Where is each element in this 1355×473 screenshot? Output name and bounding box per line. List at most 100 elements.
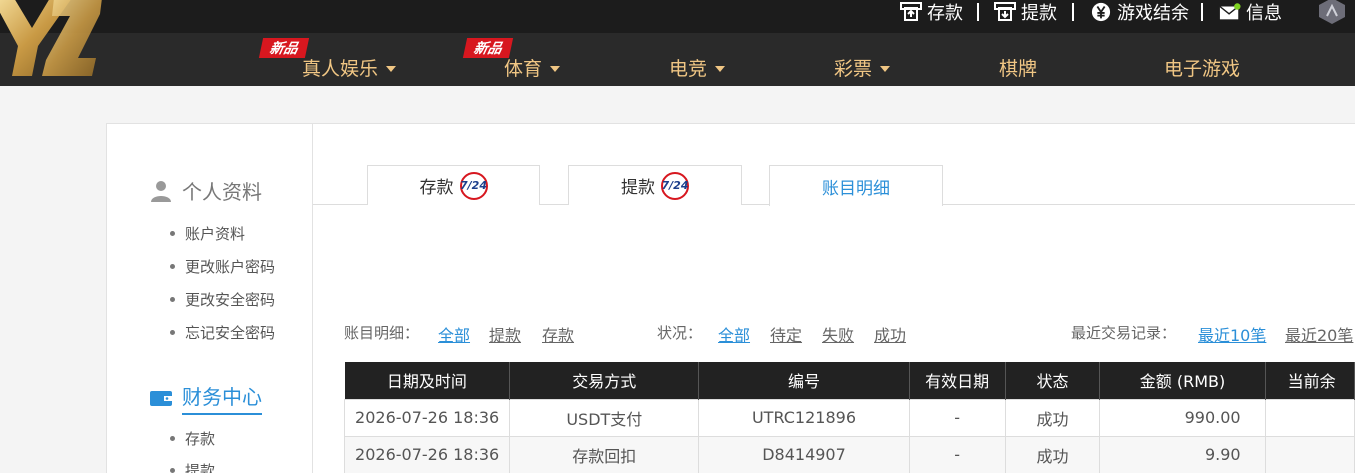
sidebar-item-label: 忘记安全密码 <box>185 324 276 342</box>
cell-id: UTRC121896 <box>698 398 910 437</box>
tab-deposit[interactable]: 存款 7/24 <box>367 165 540 205</box>
bullet <box>170 264 175 269</box>
withdraw-icon <box>994 2 1016 21</box>
nav-chess-cards-label: 棋牌 <box>999 57 1038 80</box>
divider <box>1201 3 1203 21</box>
col-header-method: 交易方式 <box>509 362 700 399</box>
tab-withdraw-label: 提款 <box>621 178 655 198</box>
filter-recent-20[interactable]: 最近20笔 <box>1285 322 1353 346</box>
bullet <box>170 468 175 473</box>
nav-sports-label: 体育 <box>504 57 543 80</box>
topbar-deposit-link[interactable]: 存款 <box>900 0 963 24</box>
cell-amount: 990.00 <box>1099 398 1266 437</box>
cell-amount: 9.90 <box>1099 435 1266 473</box>
deposit-icon <box>900 2 922 21</box>
brand-logo[interactable] <box>0 0 102 76</box>
sidebar-item-label: 更改安全密码 <box>185 291 276 309</box>
sidebar-item-deposit[interactable]: 存款 <box>170 428 215 449</box>
mail-icon <box>1219 3 1241 20</box>
topbar-deposit-label: 存款 <box>927 3 963 24</box>
nav-esports-label: 电竞 <box>669 57 708 80</box>
divider <box>1072 3 1074 21</box>
table-row[interactable]: 2026-07-26 18:36 USDT支付 UTRC121896 - 成功 … <box>343 398 1355 437</box>
filter-status-pending[interactable]: 待定 <box>770 322 802 346</box>
filter-status-all[interactable]: 全部 <box>718 322 750 346</box>
chevron-down-icon <box>386 65 397 72</box>
vip-level-icon[interactable] <box>1318 0 1346 24</box>
topbar-withdraw-link[interactable]: 提款 <box>994 0 1057 24</box>
nav-slot-games-label: 电子游戏 <box>1164 57 1241 80</box>
cell-datetime: 2026-07-26 18:36 <box>343 435 511 473</box>
nav-chess-cards[interactable]: 棋牌 <box>999 52 1037 82</box>
cell-method: 存款回扣 <box>509 435 700 473</box>
chevron-down-icon <box>715 65 726 72</box>
topbar-withdraw-label: 提款 <box>1021 3 1057 24</box>
chevron-down-icon <box>880 65 891 72</box>
sidebar-item-change-security-password[interactable]: 更改安全密码 <box>170 289 275 310</box>
nav-live-casino[interactable]: 真人娱乐 <box>302 52 397 82</box>
bullet <box>170 330 175 335</box>
filter-status-success[interactable]: 成功 <box>874 322 906 346</box>
transactions-table: 日期及时间 交易方式 编号 有效日期 状态 金额 (RMB) 当前余 2026-… <box>343 362 1355 473</box>
sidebar-finance-title-label: 财务中心 <box>182 381 262 415</box>
cell-method: USDT支付 <box>509 398 700 437</box>
sidebar-finance-title[interactable]: 财务中心 <box>150 381 262 415</box>
divider <box>977 3 979 21</box>
bullet <box>170 436 175 441</box>
bullet <box>170 297 175 302</box>
sidebar-item-label: 更改账户密码 <box>185 258 276 276</box>
wallet-icon <box>150 391 172 406</box>
sidebar-item-change-password[interactable]: 更改账户密码 <box>170 256 275 277</box>
cell-datetime: 2026-07-26 18:36 <box>343 398 511 437</box>
nav-sports[interactable]: 体育 <box>504 52 561 82</box>
col-header-valid-date: 有效日期 <box>909 362 1006 399</box>
filter-detail-deposit[interactable]: 存款 <box>542 322 574 346</box>
sidebar-item-account-info[interactable]: 账户资料 <box>170 223 245 244</box>
col-header-balance: 当前余 <box>1265 362 1355 399</box>
table-row[interactable]: 2026-07-26 18:36 存款回扣 D8414907 - 成功 9.90 <box>343 435 1355 473</box>
sidebar-item-label: 账户资料 <box>185 225 246 243</box>
filter-detail-label: 账目明细： <box>344 324 420 342</box>
nav-lottery[interactable]: 彩票 <box>834 52 891 82</box>
user-icon <box>151 180 171 202</box>
sidebar-item-label: 提款 <box>185 462 216 473</box>
sidebar-profile-title: 个人资料 <box>150 176 262 205</box>
cell-balance <box>1264 398 1355 437</box>
filter-status-failed[interactable]: 失败 <box>822 322 854 346</box>
nav-lottery-label: 彩票 <box>834 57 873 80</box>
filter-status-label: 状况： <box>657 324 703 342</box>
tab-account-details-label: 账目明细 <box>822 178 890 199</box>
cell-status: 成功 <box>1004 398 1101 437</box>
sidebar-item-withdraw[interactable]: 提款 <box>170 460 215 473</box>
nav-esports[interactable]: 电竞 <box>669 52 726 82</box>
cell-status: 成功 <box>1004 435 1101 473</box>
col-header-amount: 金额 (RMB) <box>1099 362 1266 399</box>
topbar-messages-label: 信息 <box>1246 3 1282 24</box>
cell-balance <box>1264 435 1355 473</box>
tab-deposit-label: 存款 <box>419 178 454 198</box>
24-7-badge-icon: 7/24 <box>661 171 689 200</box>
table-header-row: 日期及时间 交易方式 编号 有效日期 状态 金额 (RMB) 当前余 <box>344 362 1355 399</box>
tab-account-details[interactable]: 账目明细 <box>769 165 943 206</box>
bullet <box>170 231 175 236</box>
filter-recent-10[interactable]: 最近10笔 <box>1198 322 1266 346</box>
sidebar-item-label: 存款 <box>185 430 216 448</box>
sidebar-profile-title-label: 个人资料 <box>182 180 262 204</box>
nav-slot-games[interactable]: 电子游戏 <box>1164 52 1240 82</box>
nav-live-casino-label: 真人娱乐 <box>302 57 379 80</box>
yen-coin-icon <box>1091 2 1111 22</box>
col-header-id: 编号 <box>698 362 910 399</box>
col-header-status: 状态 <box>1005 362 1101 399</box>
topbar-messages-link[interactable]: 信息 <box>1219 0 1282 24</box>
cell-valid-date: - <box>908 398 1006 437</box>
filter-recent-label: 最近交易记录： <box>1071 324 1177 342</box>
cell-valid-date: - <box>908 435 1006 473</box>
topbar-settlement-link[interactable]: 游戏结余 <box>1090 0 1189 24</box>
chevron-down-icon <box>550 65 561 72</box>
col-header-datetime: 日期及时间 <box>344 362 511 399</box>
tab-withdraw[interactable]: 提款 7/24 <box>568 165 742 205</box>
sidebar-item-forgot-security-password[interactable]: 忘记安全密码 <box>170 322 275 343</box>
filter-detail-withdraw[interactable]: 提款 <box>489 322 521 346</box>
filter-detail-all[interactable]: 全部 <box>438 322 470 346</box>
cell-id: D8414907 <box>698 435 910 473</box>
